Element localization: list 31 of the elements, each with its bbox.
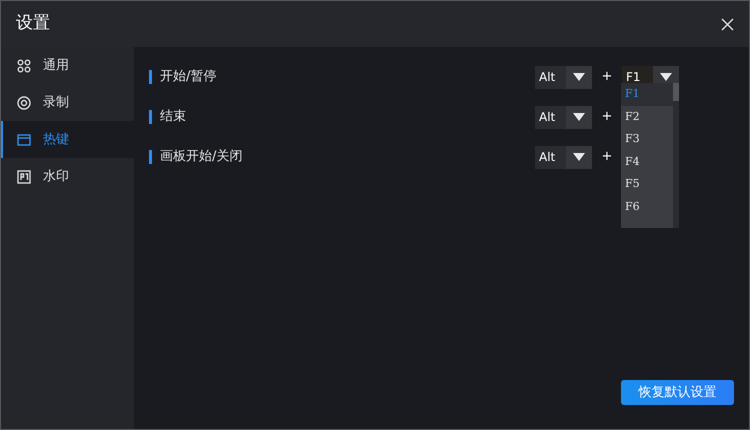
dropdown-option[interactable]: F6 xyxy=(621,196,673,218)
hotkey-label: 画板开始/关闭 xyxy=(160,148,244,166)
window-title: 设置 xyxy=(16,12,50,36)
sidebar-item[interactable]: 录制 xyxy=(1,84,134,121)
plus-sign: + xyxy=(600,68,614,86)
scrollbar[interactable] xyxy=(673,83,679,228)
dropdown-option[interactable]: F5 xyxy=(621,173,673,196)
dropdown-option[interactable]: F4 xyxy=(621,150,673,173)
reset-defaults-button[interactable]: 恢复默认设置 xyxy=(621,380,734,405)
dropdown-option[interactable]: F1 xyxy=(621,83,673,106)
accent-bar xyxy=(149,110,152,124)
window-icon xyxy=(17,132,31,146)
hotkey-label: 开始/暂停 xyxy=(160,68,218,86)
sidebar-item[interactable]: 通用 xyxy=(1,47,134,84)
dropdown-option[interactable]: F3 xyxy=(621,128,673,150)
caret-icon xyxy=(660,73,672,81)
caret-icon xyxy=(573,153,585,161)
sidebar-item[interactable]: 热键 xyxy=(1,121,134,158)
stamp-icon xyxy=(17,170,31,184)
sidebar-item[interactable]: 水印 xyxy=(1,158,134,195)
hotkey-label: 结束 xyxy=(160,108,187,126)
plus-sign: + xyxy=(600,108,614,126)
caret-icon xyxy=(573,73,585,81)
caret-icon xyxy=(573,113,585,121)
record-icon xyxy=(17,96,31,110)
accent-bar xyxy=(149,150,152,164)
close-icon[interactable] xyxy=(721,18,734,30)
plus-sign: + xyxy=(600,148,614,166)
accent-bar xyxy=(149,70,152,84)
grid-icon xyxy=(17,58,31,72)
dropdown-option[interactable]: F2 xyxy=(621,106,673,128)
